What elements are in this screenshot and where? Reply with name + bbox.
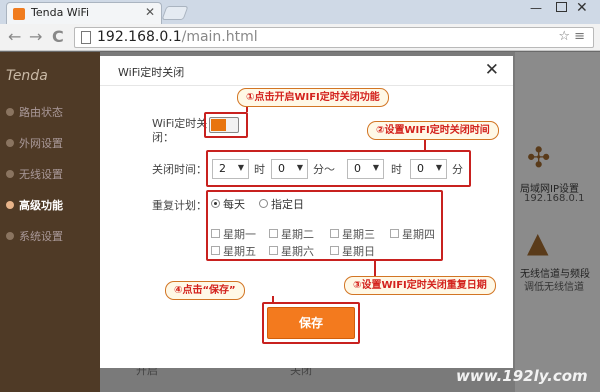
annotation-box-save [262,302,360,344]
sidebar-item-status[interactable]: 路由状态 [6,104,63,120]
close-dialog-icon[interactable]: ✕ [485,60,499,80]
wifi-schedule-switch-label: WiFi定时关闭： [152,117,208,144]
sidebar: Tenda [0,52,100,392]
annotation-box-repeat [206,190,443,261]
reload-icon[interactable]: C [52,27,64,46]
wifi-icon [6,170,14,178]
channel-icon: ▲ [527,226,549,259]
tenda-logo: Tenda [6,68,48,84]
repeat-schedule-label: 重复计划： [152,199,207,212]
site-watermark: www.192ly.com [456,367,588,385]
bookmark-and-menu-icons[interactable]: ☆ ≡ [558,29,585,44]
tab-title: Tenda WiFi [31,6,90,19]
sidebar-item-system[interactable]: 系统设置 [6,228,63,244]
forward-arrow-icon[interactable]: → [29,27,42,46]
new-tab-button[interactable] [161,6,189,20]
off-time-label: 关闭时间： [152,163,207,176]
browser-toolbar: ← → C 192.168.0.1/main.html ☆ ≡ [0,24,600,51]
address-bar[interactable]: 192.168.0.1/main.html ☆ ≡ [74,27,594,48]
globe-icon [6,139,14,147]
lan-ip-icon: ✣ [527,141,551,174]
sidebar-item-wan[interactable]: 外网设置 [6,135,63,151]
maximize-window-icon[interactable] [556,2,567,12]
browser-tab-bar: Tenda WiFi ✕ — ✕ [0,0,600,24]
annotation-step-3: ③设置WIFI定时关闭重复日期 [344,276,496,295]
back-arrow-icon[interactable]: ← [8,27,21,46]
status-icon [6,108,14,116]
minimize-window-icon[interactable]: — [530,1,542,15]
tenda-favicon-icon [13,8,25,20]
dialog-title: WiFi定时关闭 [118,66,185,79]
close-tab-icon[interactable]: ✕ [145,5,155,19]
url-text: 192.168.0.1/main.html [97,29,258,45]
close-window-icon[interactable]: ✕ [576,0,588,16]
lan-ip-value: 192.168.0.1 [524,193,585,204]
channel-band-sub: 调低无线信道 [524,282,584,293]
sidebar-item-advanced[interactable]: 高级功能 [6,197,63,213]
annotation-step-4: ④点击“保存” [165,281,245,300]
annotation-step-2: ②设置WIFI定时关闭时间 [367,121,499,140]
annotation-connector-3 [374,259,376,276]
annotation-connector-4 [272,296,274,304]
right-feature-pane [515,52,600,392]
annotation-step-1: ①点击开启WIFI定时关闭功能 [237,88,389,107]
page-icon [81,31,91,44]
browser-tab[interactable]: Tenda WiFi ✕ [6,2,162,24]
dialog-header: WiFi定时关闭 ✕ [100,56,513,86]
sidebar-item-wireless[interactable]: 无线设置 [6,166,63,182]
settings-icon [6,232,14,240]
screen: Tenda WiFi ✕ — ✕ ← → C 192.168.0.1/main.… [0,0,600,392]
annotation-box-time [206,150,471,187]
gear-icon [6,201,14,209]
annotation-box-toggle [204,112,248,138]
